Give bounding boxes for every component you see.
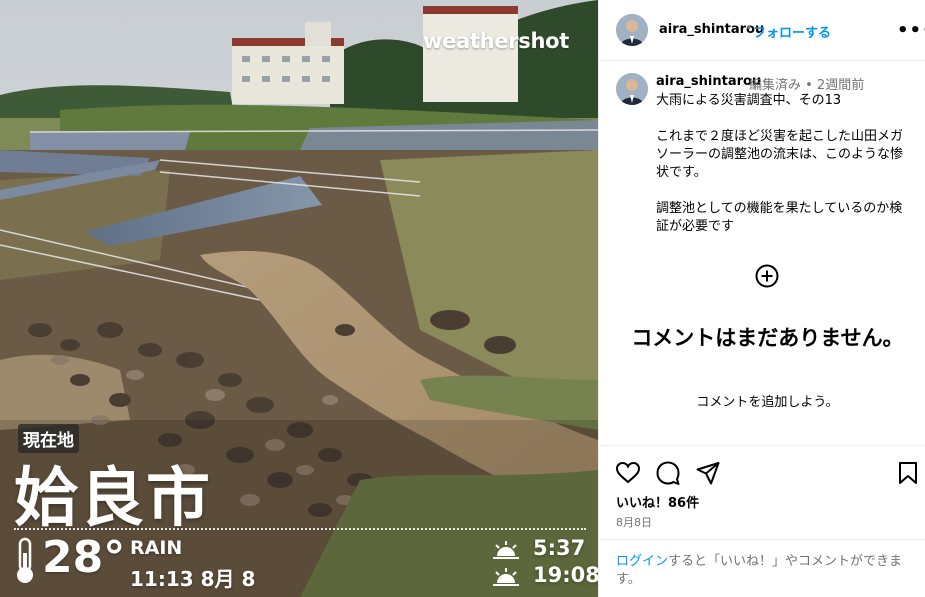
like-heart-icon[interactable]: [615, 460, 641, 486]
comment-bubble-icon[interactable]: [655, 460, 681, 486]
weather-condition: RAIN: [130, 537, 183, 559]
actions-divider: [599, 445, 925, 446]
instagram-post-view: weathershot 現在地 姶良市 28° RAIN 11:13 8月 8 …: [0, 0, 925, 597]
thermometer-icon: [17, 537, 33, 583]
caption-meta: 編集済み • 2週間前: [749, 78, 865, 93]
sunrise-icon: [493, 541, 519, 559]
more-options-icon[interactable]: •••: [897, 20, 925, 41]
follow-button[interactable]: フォローする: [753, 22, 831, 41]
add-comment-icon[interactable]: [755, 264, 779, 288]
post-side-panel: aira_shintarou • フォローする ••• aira_shintar…: [598, 0, 925, 597]
no-comments-subtitle: コメントを追加しよう。: [696, 395, 839, 410]
post-date: 8月8日: [616, 516, 652, 529]
post-photo[interactable]: weathershot 現在地 姶良市 28° RAIN 11:13 8月 8 …: [0, 0, 598, 597]
photo-datetime: 11:13 8月 8: [130, 567, 256, 591]
likes-count[interactable]: いいね！86件: [616, 492, 699, 511]
caption-username[interactable]: aira_shintarou: [656, 74, 761, 89]
temperature-value: 28°: [42, 532, 126, 583]
caption-text: 大雨による災害調査中、その13 これまで２度ほど災害を起こした山田メガソーラーの…: [656, 93, 904, 234]
header-avatar[interactable]: [616, 14, 648, 46]
sunrise-time: 5:37: [533, 536, 586, 560]
overlay-divider: [14, 528, 586, 530]
no-comments-title: コメントはまだありません。: [631, 326, 904, 350]
login-prompt: ログインすると「いいね！」やコメントができます。: [616, 553, 916, 589]
login-link[interactable]: ログイン: [616, 554, 668, 569]
share-send-icon[interactable]: [695, 460, 721, 486]
sunset-time: 19:08: [533, 563, 598, 587]
header-separator: •: [745, 21, 753, 36]
login-divider: [599, 539, 925, 540]
post-header: aira_shintarou • フォローする •••: [599, 0, 925, 61]
weathershot-watermark: weathershot: [423, 29, 570, 53]
sunset-icon: [493, 568, 519, 586]
city-name: 姶良市: [14, 462, 212, 536]
save-bookmark-icon[interactable]: [895, 460, 921, 486]
caption-avatar[interactable]: [616, 73, 648, 105]
